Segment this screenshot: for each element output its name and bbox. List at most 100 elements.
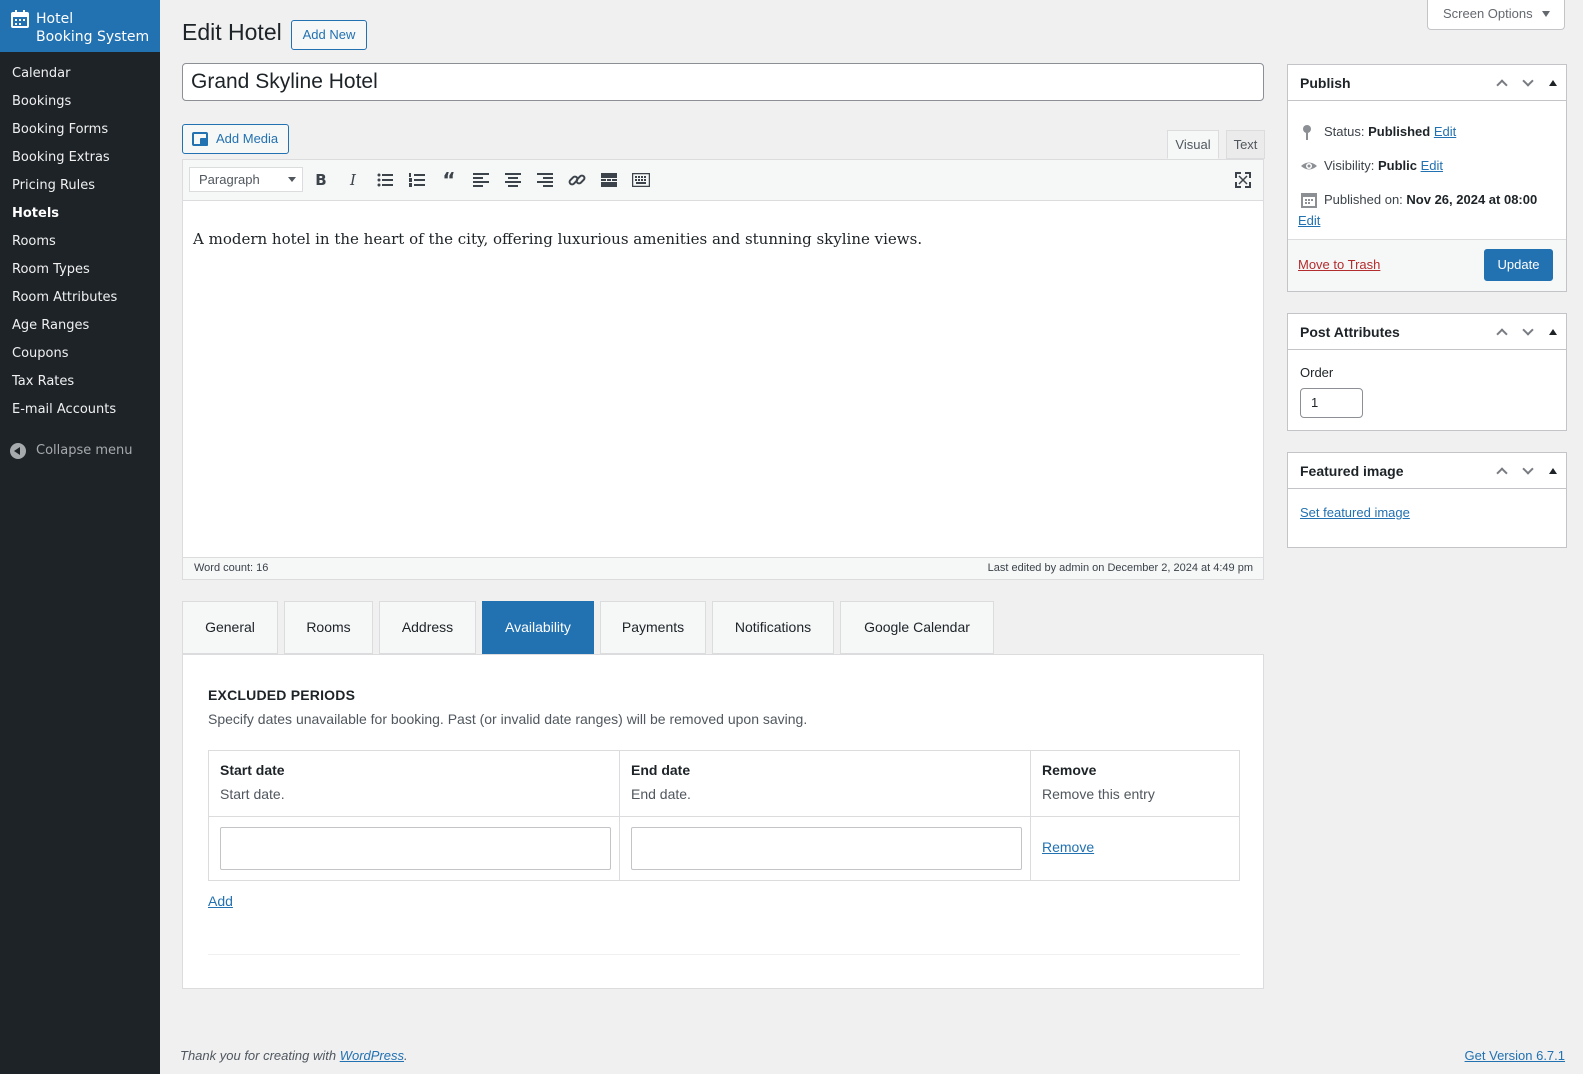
link-icon[interactable] bbox=[565, 169, 589, 191]
collapse-menu-label: Collapse menu bbox=[36, 443, 133, 458]
update-button[interactable]: Update bbox=[1484, 249, 1553, 281]
postbox-title: Publish bbox=[1300, 75, 1351, 91]
menu-item-pricing-rules[interactable]: Pricing Rules bbox=[0, 172, 160, 200]
numbered-list-icon[interactable] bbox=[405, 169, 429, 191]
content-editor: Paragraph B I “ A modern hotel in the he… bbox=[182, 159, 1264, 580]
edit-visibility-link[interactable]: Edit bbox=[1421, 158, 1443, 173]
menu-item-room-types[interactable]: Room Types bbox=[0, 256, 160, 284]
format-select[interactable]: Paragraph bbox=[189, 167, 303, 192]
tab-address[interactable]: Address bbox=[379, 601, 476, 654]
toggle-panel-icon[interactable] bbox=[1544, 323, 1562, 341]
toggle-panel-icon[interactable] bbox=[1544, 74, 1562, 92]
get-version-link[interactable]: Get Version 6.7.1 bbox=[1465, 1048, 1565, 1063]
move-down-icon[interactable] bbox=[1519, 74, 1537, 92]
screen-options-button[interactable]: Screen Options bbox=[1427, 0, 1565, 30]
postbox-title: Post Attributes bbox=[1300, 324, 1400, 340]
move-up-icon[interactable] bbox=[1493, 323, 1511, 341]
remove-entry-link[interactable]: Remove bbox=[1042, 839, 1094, 855]
move-to-trash-link[interactable]: Move to Trash bbox=[1298, 257, 1380, 272]
blockquote-icon[interactable]: “ bbox=[437, 168, 461, 192]
admin-submenu: Calendar Bookings Booking Forms Booking … bbox=[0, 60, 160, 424]
italic-icon[interactable]: I bbox=[341, 169, 365, 191]
column-header-remove: Remove Remove this entry bbox=[1031, 751, 1239, 817]
menu-item-hotels[interactable]: Hotels bbox=[0, 200, 160, 228]
post-attributes-box: Post Attributes Order 1 bbox=[1287, 313, 1567, 431]
calendar-icon bbox=[11, 10, 29, 28]
align-center-icon[interactable] bbox=[501, 169, 525, 191]
post-title-input[interactable]: Grand Skyline Hotel bbox=[182, 63, 1264, 101]
tab-notifications[interactable]: Notifications bbox=[712, 601, 834, 654]
align-left-icon[interactable] bbox=[469, 169, 493, 191]
move-up-icon[interactable] bbox=[1493, 74, 1511, 92]
menu-item-room-attributes[interactable]: Room Attributes bbox=[0, 284, 160, 312]
section-description: Specify dates unavailable for booking. P… bbox=[208, 711, 808, 727]
postbox-title: Featured image bbox=[1300, 463, 1404, 479]
edit-date-link[interactable]: Edit bbox=[1298, 213, 1320, 228]
postbox-header: Post Attributes bbox=[1288, 314, 1566, 350]
table-row bbox=[209, 817, 620, 880]
add-entry-link[interactable]: Add bbox=[208, 893, 233, 909]
excluded-periods-table: Start date Start date. End date End date… bbox=[208, 750, 1240, 881]
order-label: Order bbox=[1300, 365, 1334, 380]
plugin-menu-header[interactable]: Hotel Booking System bbox=[0, 0, 168, 52]
menu-item-booking-extras[interactable]: Booking Extras bbox=[0, 144, 160, 172]
move-up-icon[interactable] bbox=[1493, 462, 1511, 480]
admin-sidebar: Hotel Booking System Calendar Bookings B… bbox=[0, 0, 168, 1074]
add-media-button[interactable]: Add Media bbox=[182, 124, 289, 154]
edit-status-link[interactable]: Edit bbox=[1434, 124, 1456, 139]
start-date-input[interactable] bbox=[220, 827, 611, 870]
align-right-icon[interactable] bbox=[533, 169, 557, 191]
column-header-start: Start date Start date. bbox=[209, 751, 620, 817]
editor-toolbar: Paragraph B I “ bbox=[183, 160, 1263, 201]
divider bbox=[208, 954, 1240, 955]
current-menu-arrow bbox=[160, 18, 168, 34]
toolbar-toggle-icon[interactable] bbox=[629, 169, 653, 191]
add-new-button[interactable]: Add New bbox=[291, 20, 367, 50]
menu-item-booking-forms[interactable]: Booking Forms bbox=[0, 116, 160, 144]
menu-item-calendar[interactable]: Calendar bbox=[0, 60, 160, 88]
add-media-label: Add Media bbox=[216, 131, 279, 146]
end-date-input[interactable] bbox=[631, 827, 1022, 870]
menu-item-age-ranges[interactable]: Age Ranges bbox=[0, 312, 160, 340]
page-title: Edit Hotel bbox=[182, 19, 282, 45]
set-featured-image-link[interactable]: Set featured image bbox=[1300, 505, 1410, 520]
table-row bbox=[620, 817, 1031, 880]
move-down-icon[interactable] bbox=[1519, 323, 1537, 341]
toggle-panel-icon[interactable] bbox=[1544, 462, 1562, 480]
availability-panel: EXCLUDED PERIODS Specify dates unavailab… bbox=[182, 654, 1264, 989]
editor-status-bar: Word count: 16 Last edited by admin on D… bbox=[183, 557, 1263, 579]
menu-item-coupons[interactable]: Coupons bbox=[0, 340, 160, 368]
tab-google-calendar[interactable]: Google Calendar bbox=[840, 601, 994, 654]
fullscreen-icon[interactable] bbox=[1231, 169, 1255, 191]
menu-item-rooms[interactable]: Rooms bbox=[0, 228, 160, 256]
menu-item-bookings[interactable]: Bookings bbox=[0, 88, 160, 116]
tab-rooms[interactable]: Rooms bbox=[284, 601, 373, 654]
eye-icon bbox=[1301, 162, 1317, 170]
order-input[interactable]: 1 bbox=[1300, 388, 1363, 418]
chevron-down-icon bbox=[288, 177, 296, 182]
read-more-icon[interactable] bbox=[597, 169, 621, 191]
collapse-arrow-icon bbox=[10, 443, 26, 459]
move-down-icon[interactable] bbox=[1519, 462, 1537, 480]
caret-down-icon bbox=[1542, 11, 1550, 17]
media-icon bbox=[192, 132, 208, 146]
bullet-list-icon[interactable] bbox=[373, 169, 397, 191]
postbox-header: Publish bbox=[1288, 65, 1566, 101]
tab-text[interactable]: Text bbox=[1226, 130, 1265, 159]
bold-icon[interactable]: B bbox=[309, 169, 333, 191]
editor-content[interactable]: A modern hotel in the heart of the city,… bbox=[183, 201, 1263, 557]
calendar-icon bbox=[1301, 193, 1317, 208]
plugin-name: Hotel Booking System bbox=[36, 11, 150, 45]
footer-thanks: Thank you for creating with WordPress. bbox=[180, 1048, 408, 1063]
menu-item-tax-rates[interactable]: Tax Rates bbox=[0, 368, 160, 396]
tab-general[interactable]: General bbox=[182, 601, 278, 654]
menu-item-email-accounts[interactable]: E-mail Accounts bbox=[0, 396, 160, 424]
tab-payments[interactable]: Payments bbox=[600, 601, 706, 654]
postbox-header: Featured image bbox=[1288, 453, 1566, 489]
table-row: Remove bbox=[1031, 817, 1239, 880]
tab-availability[interactable]: Availability bbox=[482, 601, 594, 654]
wordpress-link[interactable]: WordPress bbox=[340, 1048, 404, 1063]
last-edited: Last edited by admin on December 2, 2024… bbox=[987, 562, 1253, 574]
tab-visual[interactable]: Visual bbox=[1167, 130, 1219, 159]
collapse-menu-button[interactable]: Collapse menu bbox=[0, 436, 160, 466]
